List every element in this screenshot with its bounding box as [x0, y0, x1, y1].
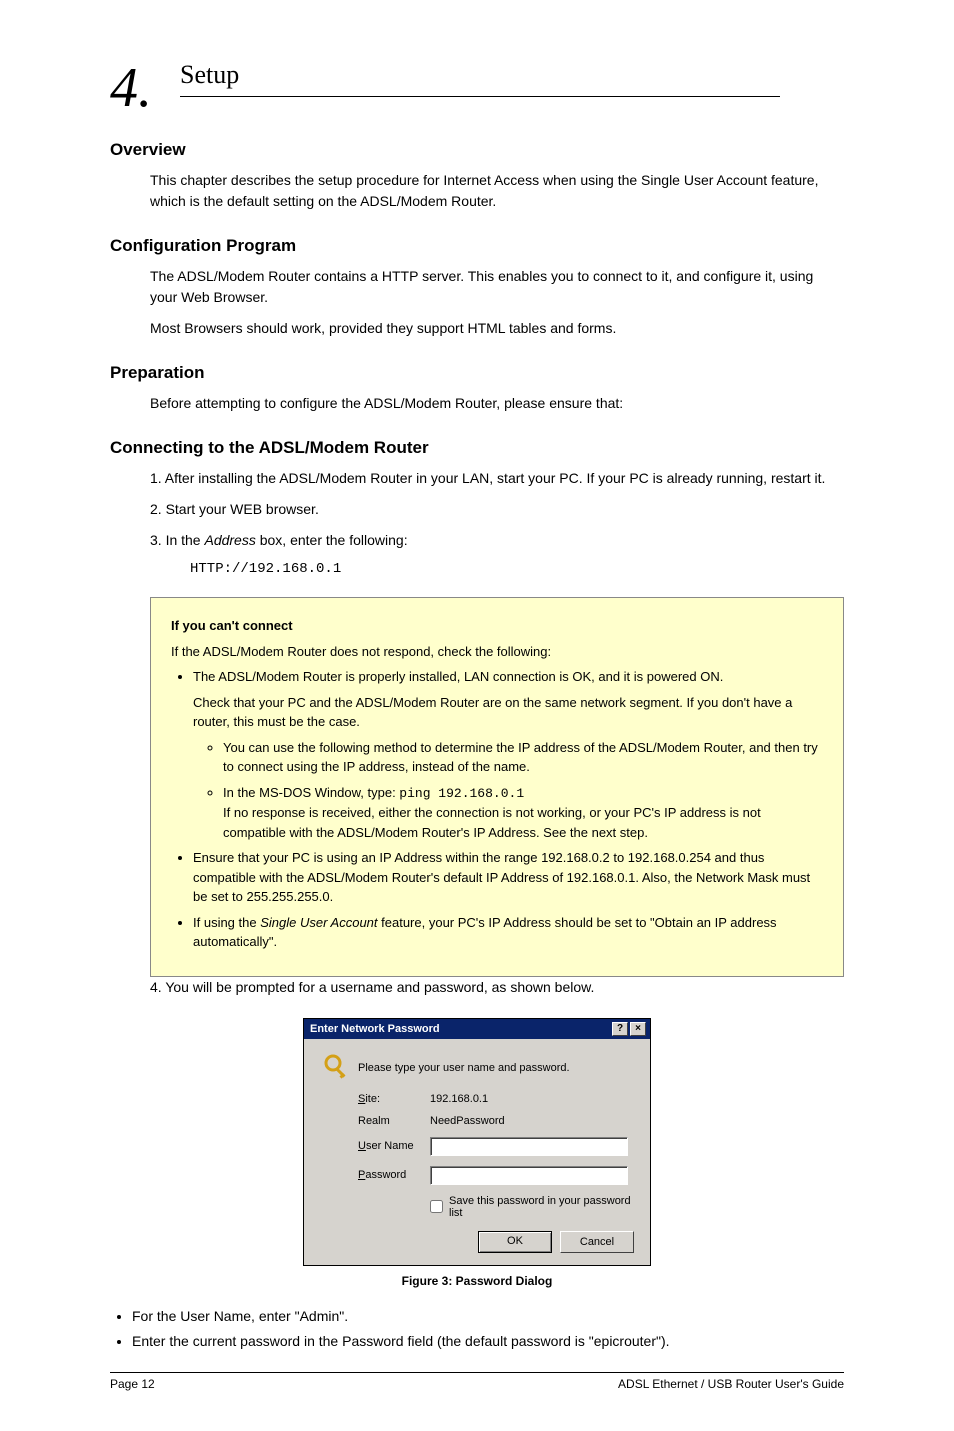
step-4: 4. You will be prompted for a username a…: [150, 977, 844, 998]
tip-intro: If the ADSL/Modem Router does not respon…: [171, 642, 823, 662]
ok-button[interactable]: OK: [478, 1231, 552, 1253]
dialog-instruction: Please type your user name and password.: [358, 1062, 570, 1074]
site-label: Site:: [358, 1093, 430, 1105]
figure-caption: Figure 3: Password Dialog: [110, 1274, 844, 1288]
page-number: Page 12: [110, 1377, 155, 1391]
tip-sub-1: You can use the following method to dete…: [223, 738, 823, 777]
password-input[interactable]: [430, 1166, 628, 1185]
password-label: Password: [358, 1169, 430, 1181]
config-heading: Configuration Program: [110, 236, 844, 256]
help-icon[interactable]: ?: [612, 1022, 628, 1036]
tip-bullet-1: The ADSL/Modem Router is properly instal…: [193, 667, 823, 842]
dialog-titlebar: Enter Network Password ? ×: [304, 1019, 650, 1039]
tip-bullet-3: If using the Single User Account feature…: [193, 913, 823, 952]
connect-heading: Connecting to the ADSL/Modem Router: [110, 438, 844, 458]
overview-heading: Overview: [110, 140, 844, 160]
close-icon[interactable]: ×: [630, 1022, 646, 1036]
credentials-list: For the User Name, enter "Admin". Enter …: [110, 1306, 844, 1352]
dialog-title-text: Enter Network Password: [310, 1023, 610, 1035]
tip-sub-2: In the MS-DOS Window, type: ping 192.168…: [223, 783, 823, 843]
cancel-button[interactable]: Cancel: [560, 1231, 634, 1253]
url-example: HTTP://192.168.0.1: [190, 561, 844, 577]
site-value: 192.168.0.1: [430, 1093, 488, 1105]
preparation-paragraph: Before attempting to configure the ADSL/…: [150, 393, 844, 414]
list-item: For the User Name, enter "Admin".: [132, 1306, 844, 1327]
key-icon: [318, 1053, 358, 1083]
realm-value: NeedPassword: [430, 1115, 505, 1127]
section-number: 4.: [110, 60, 152, 116]
page-footer: Page 12 ADSL Ethernet / USB Router User'…: [110, 1372, 844, 1391]
realm-label: Realm: [358, 1115, 430, 1127]
step-1: 1. After installing the ADSL/Modem Route…: [150, 468, 844, 489]
save-password-checkbox[interactable]: [430, 1200, 443, 1213]
config-paragraph-2: Most Browsers should work, provided they…: [150, 318, 844, 339]
step-3: 3. In the Address box, enter the followi…: [150, 530, 844, 551]
step-2: 2. Start your WEB browser.: [150, 499, 844, 520]
tip-bullet-2: Ensure that your PC is using an IP Addre…: [193, 848, 823, 907]
list-item: Enter the current password in the Passwo…: [132, 1331, 844, 1352]
footer-title: ADSL Ethernet / USB Router User's Guide: [618, 1377, 844, 1391]
username-input[interactable]: [430, 1137, 628, 1156]
password-dialog: Enter Network Password ? × Please ty: [303, 1018, 651, 1266]
preparation-heading: Preparation: [110, 363, 844, 383]
page-title: Setup: [180, 60, 780, 90]
overview-paragraph: This chapter describes the setup procedu…: [150, 170, 844, 212]
config-paragraph-1: The ADSL/Modem Router contains a HTTP se…: [150, 266, 844, 308]
username-label: User Name: [358, 1140, 430, 1152]
save-password-label: Save this password in your password list: [449, 1195, 636, 1219]
tip-title: If you can't connect: [171, 616, 823, 636]
tip-box: If you can't connect If the ADSL/Modem R…: [150, 597, 844, 977]
